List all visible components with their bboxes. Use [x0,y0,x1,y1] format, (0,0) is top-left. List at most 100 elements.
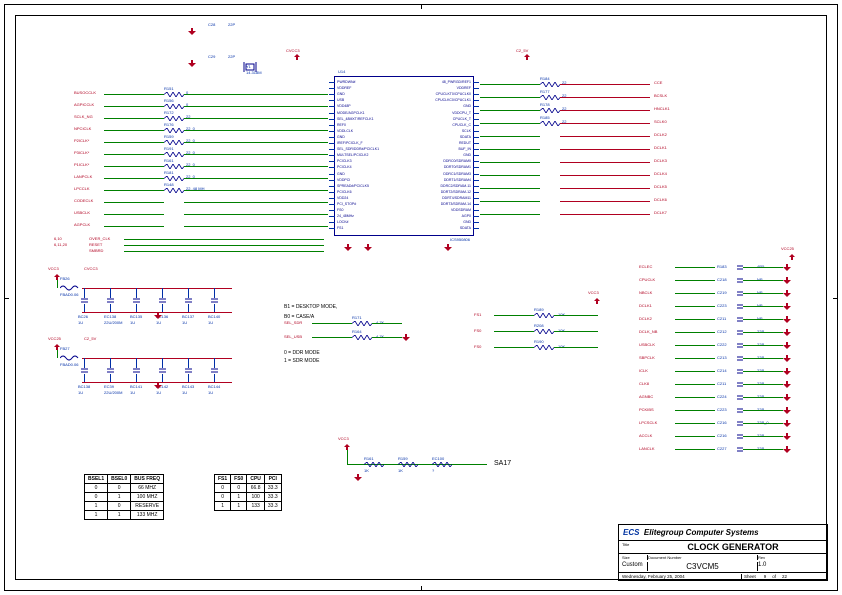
table-cell: 100 [247,493,265,502]
wire [560,136,650,137]
wire [560,162,650,163]
resistor-icon [534,329,554,334]
net-label: OVER_CLK [89,236,110,241]
wire [494,347,534,348]
part-val: ? [432,468,434,473]
gnd-icon [783,394,791,401]
net-label: SCLK0 [654,119,667,124]
gnd-icon [783,277,791,284]
wire [675,306,715,307]
net-label: NPCICLK [74,126,91,131]
net-label: LANCLK [639,446,655,451]
net-label: CPUCLK [639,277,655,282]
table-header: FS0 [231,475,247,484]
sa17-block: VCC3SA17R1611KR1591KEC100? [344,444,544,494]
part-ref: C213 [717,355,727,360]
wire [560,84,650,85]
cap-ref: EC39 [104,384,114,389]
wire [675,280,715,281]
cap-ref: BC135 [130,314,142,319]
net-label: BUSOCCLK [74,90,96,95]
wire [554,315,598,316]
wire [104,118,164,119]
mode-note: 0 = DDR MODE [284,350,320,356]
cvcc3-lbl: CVCC3 [286,48,300,53]
ic-pin-left: VDD24 [337,196,348,200]
ic-pin-right: AGP0 [462,214,471,218]
wire [743,358,783,359]
net-label: RESET [89,242,102,247]
wire [480,214,540,215]
wire [743,293,783,294]
resistor-icon [540,82,560,87]
wire [480,110,540,111]
cap-ref: BC26 [78,314,88,319]
part-ref: R176 [164,122,174,127]
ic-pin-right: DDRC1/SDRAM3 [443,172,471,176]
mode-note: B1 = DESKTOP MODE, [284,304,337,310]
ferrite-icon [60,284,80,292]
wire [480,84,540,85]
resistor-icon [540,121,560,126]
wire [136,304,137,312]
fs-block: VCC3FS1R18910KFS0R20810KFS0R19010K [474,304,614,374]
ic-pin-right: VDDSDRAM [451,208,471,212]
table-cell: RESERVE [131,502,164,511]
net-label: P3ICLK* [74,150,89,155]
fb-ref: FB26 [60,276,70,281]
ic-pin-left: PWRDWN# [337,80,355,84]
net-label: DCLK4 [654,171,667,176]
net-label: ICLK [639,368,648,373]
net-label: BCSLK [654,93,667,98]
val-sheet: 9 [758,574,773,579]
gnd-icon [783,368,791,375]
ic-pin-right: DDRT0/SDRAM1 [444,165,471,169]
table-cell: 33.3 [264,484,281,493]
gnd-icon [783,446,791,453]
cap-val: 1U [156,390,161,395]
part-ref: R185 [540,115,550,120]
gnd-icon [364,244,372,251]
company-logo: ECS Elitegroup Computer Systems [619,525,827,540]
wire [743,436,783,437]
wire [184,226,328,227]
net-label: LPCSCLK [639,420,657,425]
part-val: 1K [364,468,369,473]
pwr-icon [789,254,795,260]
net-label: DCLK2 [654,132,667,137]
table-cell: 0 [108,484,131,493]
wire [184,142,328,143]
wire [124,245,324,246]
part-ref: R159 [164,134,174,139]
net-label: CODECLK [74,198,93,203]
net-label: SCLK_NG [74,114,93,119]
wire [124,239,324,240]
ic-pin-left: PCI_STOP# [337,202,356,206]
wire [554,331,598,332]
ic-pin-left: USB [337,98,344,102]
wire [743,384,783,385]
ferrite-icon [60,354,80,362]
wire [560,97,650,98]
part-ref: C223 [717,303,727,308]
val-size: Custom [622,562,648,571]
wire [214,304,215,312]
cap-c28-val: 22P [228,22,235,27]
wire [675,293,715,294]
resistor-icon [534,313,554,318]
wire [162,304,163,312]
net-label: LANPCLK [74,174,92,179]
ic-pin-right: CPUCLKC0/CPUCLK1 [435,98,471,102]
wire [104,178,164,179]
wire [184,178,328,179]
cvcc-label: C2_5V [84,336,96,341]
table-row: 0066 MHZ [85,484,164,493]
resistor-icon [164,188,184,193]
wire [184,106,328,107]
wire [480,201,540,202]
net-label: AGNBC [639,394,653,399]
part-ref: C227 [717,446,727,451]
wire [743,345,783,346]
net-label: FS0 [474,328,481,333]
part-ref: R190 [534,339,544,344]
